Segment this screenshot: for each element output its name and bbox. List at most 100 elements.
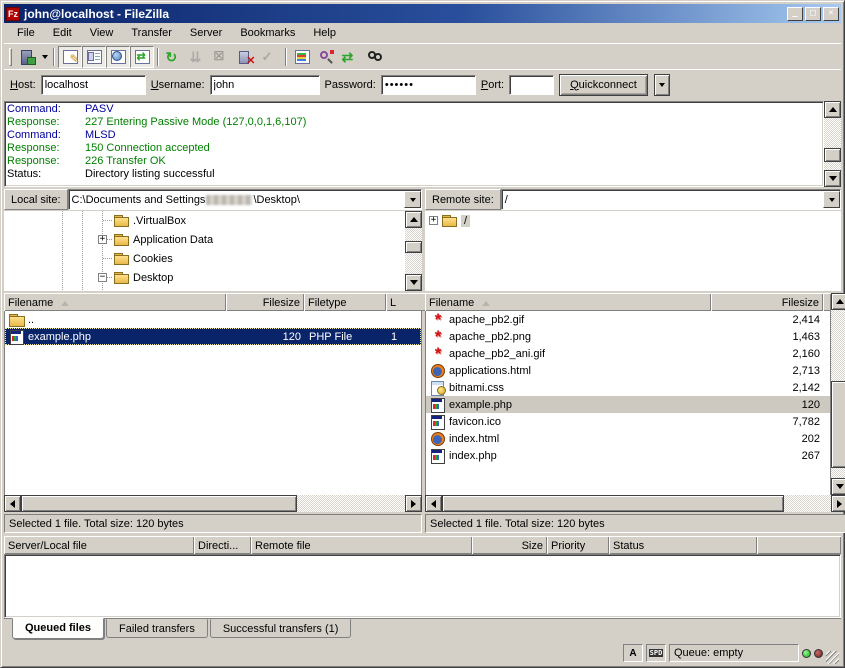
site-manager-button[interactable] <box>15 46 39 68</box>
menu-transfer[interactable]: Transfer <box>122 25 181 41</box>
username-input[interactable] <box>210 75 320 95</box>
scroll-down-button[interactable] <box>824 170 841 187</box>
queue-column-priority[interactable]: Priority <box>547 536 609 554</box>
scrollbar-thumb[interactable] <box>831 381 845 468</box>
tree-item-cookies[interactable]: Cookies <box>4 249 405 268</box>
scroll-up-button[interactable] <box>824 101 841 118</box>
file-row[interactable]: index.php267 <box>426 447 830 464</box>
remote-list-hscrollbar[interactable] <box>425 495 845 512</box>
remote-directory-tree[interactable]: +/ <box>425 211 841 291</box>
local-list-hscrollbar[interactable] <box>4 495 422 512</box>
toolbar-grip[interactable] <box>9 48 12 66</box>
queue-column-directi-[interactable]: Directi... <box>194 536 251 554</box>
data-type-icon[interactable]: A <box>623 644 643 662</box>
port-input[interactable] <box>509 75 554 95</box>
menu-edit[interactable]: Edit <box>44 25 81 41</box>
cancel-operation-button[interactable]: ☒ <box>210 46 234 68</box>
menu-file[interactable]: File <box>8 25 44 41</box>
scrollbar-thumb[interactable] <box>442 495 784 512</box>
local-site-path-combo[interactable]: C:\Documents and Settings\Desktop\ <box>68 189 422 210</box>
tree-item-root[interactable]: +/ <box>425 211 841 230</box>
tree-item--virtualbox[interactable]: .VirtualBox <box>4 211 405 230</box>
file-row[interactable]: example.php120PHP File1 <box>5 328 421 345</box>
filename-filters-button[interactable] <box>314 46 338 68</box>
directory-comparison-button[interactable] <box>290 46 314 68</box>
remote-list-scrollbar[interactable] <box>831 293 845 495</box>
scroll-left-button[interactable] <box>425 495 442 512</box>
scroll-down-button[interactable] <box>831 478 845 495</box>
local-site-dropdown-button[interactable] <box>404 191 421 208</box>
local-column-filetype[interactable]: Filetype <box>304 293 386 311</box>
expand-icon[interactable]: + <box>98 235 107 244</box>
tree-item-desktop[interactable]: −Desktop <box>4 268 405 287</box>
file-row[interactable]: index.html202 <box>426 430 830 447</box>
scroll-right-button[interactable] <box>405 495 422 512</box>
expand-icon[interactable]: + <box>429 216 438 225</box>
tree-item-application-data[interactable]: +Application Data <box>4 230 405 249</box>
toggle-local-tree-button[interactable] <box>82 46 106 68</box>
queue-column-status[interactable]: Status <box>609 536 757 554</box>
quickconnect-button[interactable]: Quickconnect <box>559 74 648 96</box>
menu-help[interactable]: Help <box>304 25 345 41</box>
tab-failed-transfers[interactable]: Failed transfers <box>106 619 208 638</box>
tab-queued-files[interactable]: Queued files <box>12 618 104 639</box>
remote-column-filename[interactable]: Filename <box>425 293 711 311</box>
toggle-remote-tree-button[interactable] <box>106 46 130 68</box>
local-column-filename[interactable]: Filename <box>4 293 226 311</box>
synchronized-browsing-button[interactable]: ⇄ <box>338 46 362 68</box>
remote-column-filesize[interactable]: Filesize <box>711 293 823 311</box>
menu-server[interactable]: Server <box>181 25 231 41</box>
file-row[interactable]: favicon.ico7,782 <box>426 413 830 430</box>
transfer-queue[interactable] <box>4 554 841 618</box>
scroll-right-button[interactable] <box>831 495 845 512</box>
close-button[interactable]: ✕ <box>823 7 839 21</box>
toggle-message-log-button[interactable]: ✎ <box>58 46 82 68</box>
local-tree-scrollbar[interactable] <box>405 211 422 291</box>
scroll-down-button[interactable] <box>405 274 422 291</box>
process-queue-button[interactable]: ⇊ <box>186 46 210 68</box>
host-input[interactable] <box>41 75 146 95</box>
queue-column-size[interactable]: Size <box>472 536 547 554</box>
disconnect-button[interactable] <box>234 46 258 68</box>
tab-successful-transfers-1-[interactable]: Successful transfers (1) <box>210 619 352 638</box>
scroll-up-button[interactable] <box>405 211 422 228</box>
scrollbar-thumb[interactable] <box>824 148 841 162</box>
log-line: Response:226 Transfer OK <box>7 155 821 168</box>
maximize-button[interactable]: □ <box>805 7 821 21</box>
resize-grip[interactable] <box>826 651 839 664</box>
scroll-left-button[interactable] <box>4 495 21 512</box>
toggle-transfer-queue-button[interactable]: ⇄ <box>130 46 154 68</box>
file-row[interactable]: applications.html2,713 <box>426 362 830 379</box>
speed-limit-icon[interactable]: SPD <box>646 644 666 662</box>
file-row[interactable]: bitnami.css2,142 <box>426 379 830 396</box>
local-file-list[interactable]: ..example.php120PHP File1 <box>4 311 422 495</box>
message-log-scrollbar[interactable] <box>824 101 841 187</box>
remote-file-list[interactable]: *apache_pb2.gif2,414*apache_pb2.png1,463… <box>425 311 831 495</box>
queue-column-remote-file[interactable]: Remote file <box>251 536 472 554</box>
file-cell-filesize: 2,414 <box>712 311 824 328</box>
local-column-filesize[interactable]: Filesize <box>226 293 304 311</box>
file-row[interactable]: *apache_pb2.gif2,414 <box>426 311 830 328</box>
menu-view[interactable]: View <box>81 25 123 41</box>
file-row[interactable]: .. <box>5 311 421 328</box>
site-manager-dropdown-button[interactable] <box>39 46 50 68</box>
collapse-icon[interactable]: − <box>98 273 107 282</box>
quickconnect-dropdown-button[interactable] <box>654 74 670 96</box>
file-row[interactable]: *apache_pb2.png1,463 <box>426 328 830 345</box>
refresh-button[interactable]: ↻ <box>162 46 186 68</box>
abort-button[interactable]: ✓ <box>258 46 282 68</box>
scroll-up-button[interactable] <box>831 293 845 310</box>
scrollbar-thumb[interactable] <box>21 495 297 512</box>
scrollbar-thumb[interactable] <box>405 241 422 253</box>
find-files-button[interactable] <box>362 46 386 68</box>
file-row[interactable]: *apache_pb2_ani.gif2,160 <box>426 345 830 362</box>
remote-site-path-combo[interactable]: / <box>501 189 841 210</box>
queue-column-server-local-file[interactable]: Server/Local file <box>4 536 194 554</box>
password-input[interactable] <box>381 75 476 95</box>
remote-site-label: Remote site: <box>425 189 501 210</box>
menu-bookmarks[interactable]: Bookmarks <box>231 25 304 41</box>
local-directory-tree[interactable]: .VirtualBox+Application DataCookies−Desk… <box>4 211 405 291</box>
minimize-button[interactable]: _ <box>787 7 803 21</box>
remote-site-dropdown-button[interactable] <box>823 191 840 208</box>
file-row[interactable]: example.php120 <box>426 396 830 413</box>
